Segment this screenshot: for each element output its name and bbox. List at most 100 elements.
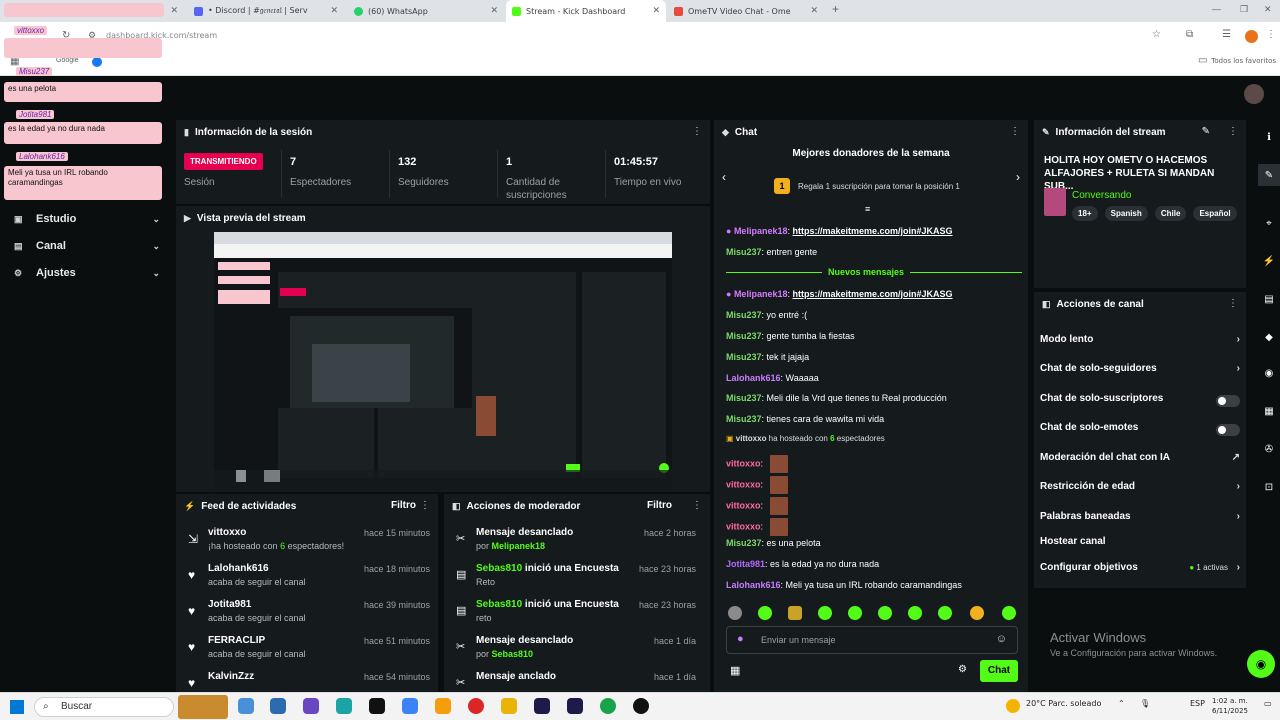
premiere-icon[interactable] [567,698,583,714]
emote-icon[interactable] [938,606,952,620]
mod-user[interactable]: Sebas810 [476,563,522,574]
file-explorer-icon[interactable] [501,698,517,714]
chat-username[interactable]: Misu237 [726,331,762,341]
tag-chip[interactable]: Español [1193,206,1237,221]
new-tab-button[interactable]: + [832,2,839,16]
chat-username[interactable]: Misu237 [726,393,762,403]
nav-estudio[interactable]: ▣ Estudio ⌄ [14,210,164,228]
nav-ajustes[interactable]: ⚙ Ajustes ⌄ [14,264,164,282]
chat-input-box[interactable]: ● Enviar un mensaje ☺ [726,626,1018,654]
weather-widget-image[interactable] [178,695,228,719]
send-chat-button[interactable]: Chat [980,660,1018,682]
all-bookmarks[interactable]: Todos los favoritos [1211,57,1276,65]
tag-chip[interactable]: Chile [1154,206,1187,221]
emote-icon[interactable] [878,606,892,620]
bookmark-google[interactable]: Google [56,57,79,64]
bookmark-star-icon[interactable]: ☆ [1152,29,1161,40]
browser-tab[interactable]: OmeTV Video Chat - Ome ✕ [668,0,824,22]
layers-icon[interactable]: ▦ [1258,400,1280,422]
emote-icon[interactable] [848,606,862,620]
mod-detail-user[interactable]: Melipanek18 [492,541,546,551]
app-icon[interactable] [435,698,451,714]
chat-icon[interactable]: ◆ [1258,326,1280,348]
close-window-icon[interactable]: ✕ [1264,4,1272,15]
chrome-icon[interactable] [600,698,616,714]
browser-tab[interactable]: (60) WhatsApp ✕ [348,0,504,22]
feed-username[interactable]: Lalohank616 [208,563,269,574]
info-icon[interactable]: ℹ [1258,126,1280,148]
signal-icon[interactable]: ◉ [1258,362,1280,384]
tag-chip[interactable]: Spanish [1104,206,1148,221]
chat-username[interactable]: Lalohank616 [726,580,781,590]
feed-username[interactable]: Jotita981 [208,599,251,610]
chat-username[interactable]: Jotita981 [726,559,765,569]
nav-canal[interactable]: ▤ Canal ⌄ [14,237,164,255]
after-effects-icon[interactable] [534,698,550,714]
chat-settings-icon[interactable]: ⚙ [958,664,967,675]
weather-text[interactable]: 20°C Parc. soleado [1026,699,1101,708]
close-icon[interactable]: ✕ [652,6,660,16]
youtube-icon[interactable] [468,698,484,714]
language-indicator[interactable]: ESP [1190,699,1205,708]
mod-detail-user[interactable]: Sebas810 [492,649,534,659]
document-icon[interactable]: ▤ [1258,288,1280,310]
browser-tab[interactable]: • Discord | #𝔤𝔢𝔫𝔢𝔯𝔞𝔩 | Serv ✕ [188,0,344,22]
chat-username[interactable]: vittoxxo [726,521,761,531]
ai-moderation-row[interactable]: Moderación del chat con IA ↗ [1040,452,1240,470]
banned-words-row[interactable]: Palabras baneadas › [1040,511,1240,529]
mod-filter-button[interactable]: Filtro [647,500,672,511]
stream-preview-video[interactable] [214,232,672,490]
emote-icon[interactable] [818,606,832,620]
obs-icon[interactable] [633,698,649,714]
host-channel-row[interactable]: Hostear canal [1040,536,1240,554]
microphone-icon[interactable]: 🎙 [1140,699,1150,708]
feed-filter-button[interactable]: Filtro [391,500,416,511]
mod-user[interactable]: Sebas810 [476,599,522,610]
profile-avatar[interactable] [1245,30,1258,43]
chat-username[interactable]: Misu237 [726,310,762,320]
chat-username[interactable]: Misu237 [726,352,762,362]
chat-username[interactable]: vittoxxo [726,479,761,489]
chat-username[interactable]: vittoxxo [736,434,767,443]
emote-icon[interactable] [758,606,772,620]
followers-only-row[interactable]: Chat de solo-seguidores › [1040,363,1240,381]
close-icon[interactable]: ✕ [170,6,178,16]
tag-chip[interactable]: 18+ [1072,206,1098,221]
support-chat-icon[interactable]: ◉ [1247,650,1275,678]
feed-username[interactable]: FERRACLIP [208,635,265,646]
emote-icon[interactable] [788,606,802,620]
more-options-icon[interactable]: ⋮ [420,500,430,511]
windows-start-icon[interactable] [10,700,24,714]
emotes-only-toggle[interactable] [1216,424,1240,436]
notifications-icon[interactable]: ▭ [1264,699,1272,708]
minimize-icon[interactable]: — [1212,4,1221,14]
chat-username[interactable]: Melipanek18 [734,289,788,299]
subs-only-toggle[interactable] [1216,395,1240,407]
app-icon[interactable] [303,698,319,714]
broadcast-icon[interactable]: ⌖ [1258,212,1280,234]
more-options-icon[interactable]: ⋮ [1228,298,1238,309]
reading-list-icon[interactable]: ☰ [1222,29,1231,40]
gift-icon[interactable]: ▦ [730,664,740,677]
wrench-icon[interactable]: ✇ [1258,438,1280,460]
emote-icon[interactable] [728,606,742,620]
close-icon[interactable]: ✕ [490,6,498,16]
unlock-icon[interactable]: ⊡ [1258,476,1280,498]
slow-mode-row[interactable]: Modo lento › [1040,334,1240,352]
app-icon[interactable] [270,698,286,714]
mic-icon[interactable]: ● [737,633,744,645]
chat-username[interactable]: Melipanek18 [734,226,788,236]
edit-icon[interactable]: ✎ [1258,164,1280,186]
chevron-left-icon[interactable]: ‹ [722,170,726,184]
menu-icon[interactable]: ⋮ [1266,29,1276,40]
chat-link[interactable]: https://makeitmeme.com/join#JKASG [792,226,952,236]
category-name[interactable]: Conversando [1072,190,1131,201]
more-options-icon[interactable]: ⋮ [692,500,702,511]
more-options-icon[interactable]: ⋮ [1228,126,1238,137]
chat-username[interactable]: vittoxxo [726,458,761,468]
task-view-icon[interactable] [238,698,254,714]
age-restriction-row[interactable]: Restricción de edad › [1040,481,1240,499]
bolt-icon[interactable]: ⚡ [1258,250,1280,272]
more-options-icon[interactable]: ⋮ [1010,126,1020,137]
chat-username[interactable]: vittoxxo [726,500,761,510]
